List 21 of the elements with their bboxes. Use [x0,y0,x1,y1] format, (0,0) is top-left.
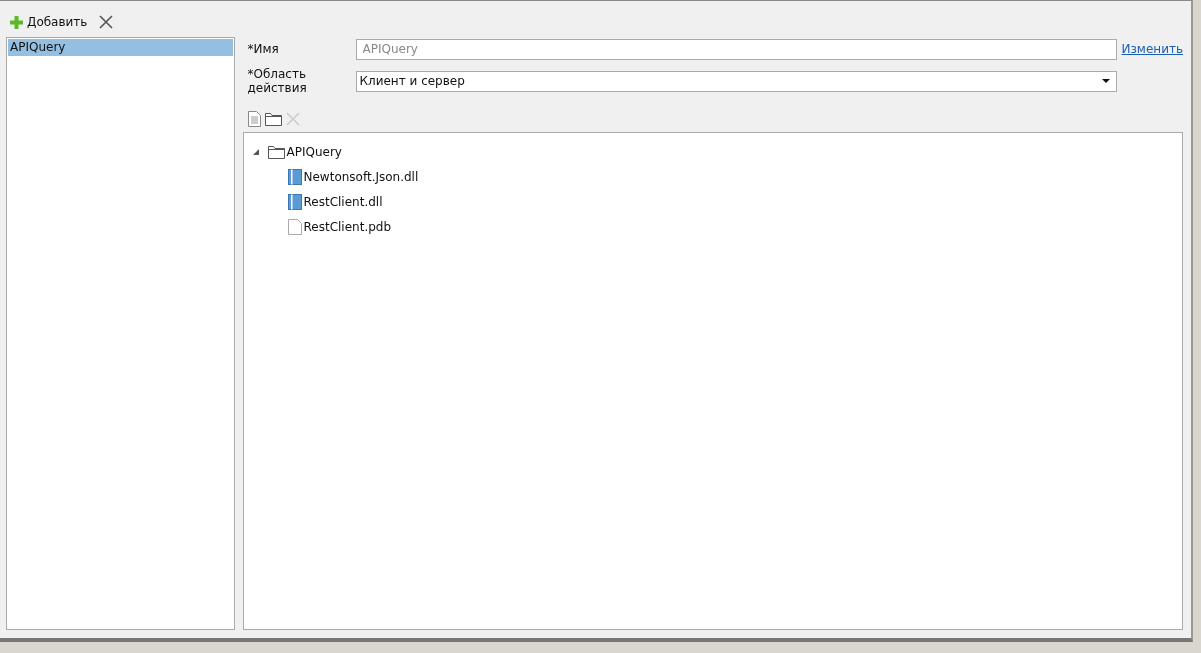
close-icon[interactable] [99,15,114,29]
expander-icon[interactable] [251,147,260,156]
caret-icon [1101,79,1110,83]
book-icon [287,193,302,210]
scope-label: *Область действия [247,67,308,95]
tree-item[interactable]: RestClient.pdb [303,219,392,234]
folder-icon [267,144,285,159]
file-icon [287,218,302,235]
plus-icon [10,15,23,29]
change-link[interactable]: Изменить [1121,42,1183,56]
tree-item[interactable]: APIQuery [286,144,342,159]
list-item[interactable]: APIQuery [8,39,233,56]
document-icon[interactable] [247,111,261,127]
scope-dropdown[interactable]: Клиент и сервер [355,70,1117,92]
folder-icon [264,112,282,126]
book-icon [287,168,302,185]
tree-item[interactable]: Newtonsoft.Json.dll [303,169,419,184]
add-button[interactable]: Добавить [10,15,88,29]
name-field[interactable]: APIQuery [355,38,1117,60]
tree-item[interactable]: RestClient.dll [303,194,383,209]
name-label: *Имя [247,42,280,56]
